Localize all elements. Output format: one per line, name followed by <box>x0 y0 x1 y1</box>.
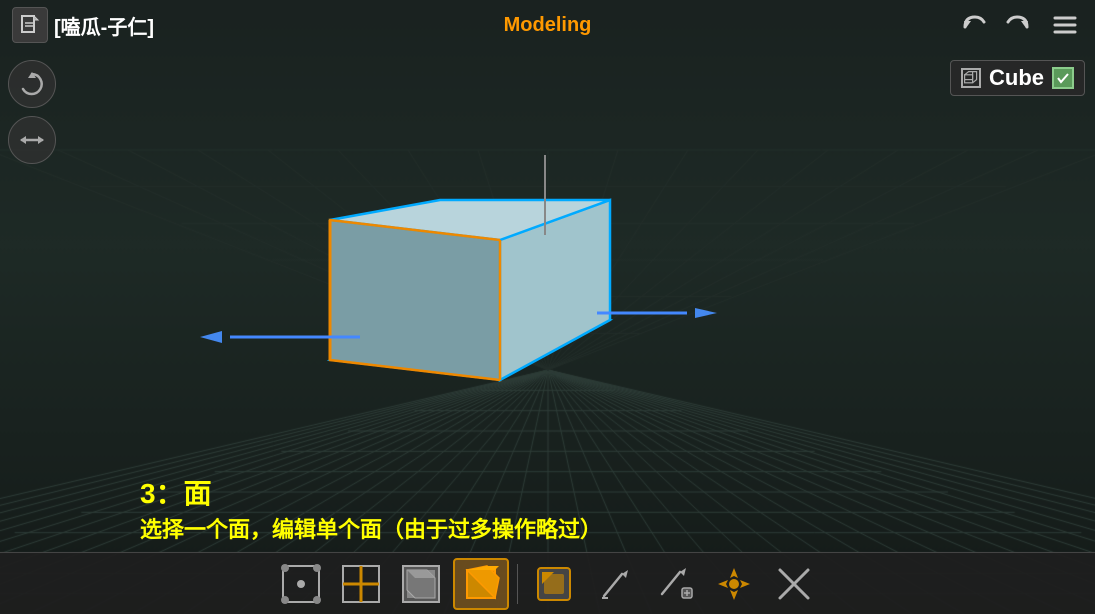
transform-tool-button[interactable] <box>706 558 762 610</box>
top-bar: [嗑瓜-子仁] Modeling <box>0 0 1095 50</box>
undo-button[interactable] <box>955 7 991 43</box>
pan-view-button[interactable] <box>8 116 56 164</box>
vertex-mode-button[interactable] <box>273 558 329 610</box>
object-name-label: Cube <box>989 65 1044 91</box>
face-mode-active-button[interactable] <box>453 558 509 610</box>
cube-3d <box>300 160 620 425</box>
object-type-icon <box>961 68 981 88</box>
redo-button[interactable] <box>1001 7 1037 43</box>
viewport: [嗑瓜-子仁] Modeling <box>0 0 1095 614</box>
rotate-view-button[interactable] <box>8 60 56 108</box>
pencil-tool-button[interactable] <box>586 558 642 610</box>
face-mode-button[interactable] <box>393 558 449 610</box>
instruction-text: 3：面 选择一个面，编辑单个面（由于过多操作略过） <box>140 472 602 544</box>
axis-arrow-right <box>597 308 717 318</box>
select-tool-button[interactable] <box>526 558 582 610</box>
top-left-controls: [嗑瓜-子仁] <box>12 7 154 43</box>
axis-arrow-left <box>200 330 360 344</box>
menu-button[interactable] <box>1047 7 1083 43</box>
window-title: [嗑瓜-子仁] <box>54 11 154 40</box>
toolbar-divider <box>517 564 518 604</box>
file-button[interactable] <box>12 7 48 43</box>
instruction-line1: 3：面 <box>140 472 602 512</box>
top-right-controls <box>955 7 1083 43</box>
mode-label: Modeling <box>504 14 592 37</box>
instruction-line2: 选择一个面，编辑单个面（由于过多操作略过） <box>140 512 602 544</box>
axis-arrow-vertical <box>540 155 550 235</box>
object-panel: Cube <box>950 60 1085 96</box>
object-visibility-checkbox[interactable] <box>1052 67 1074 89</box>
edge-mode-button[interactable] <box>333 558 389 610</box>
left-controls <box>8 60 56 164</box>
delete-tool-button[interactable] <box>766 558 822 610</box>
bottom-toolbar <box>0 552 1095 614</box>
pencil-plus-tool-button[interactable] <box>646 558 702 610</box>
